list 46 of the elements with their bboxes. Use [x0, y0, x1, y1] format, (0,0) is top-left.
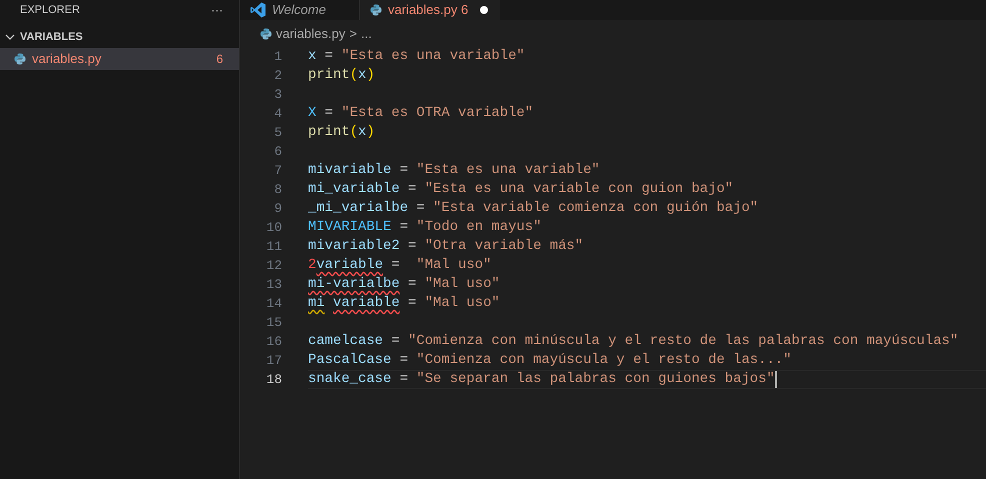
- breadcrumb-item[interactable]: variables.py: [276, 24, 346, 44]
- code-line: MIVARIABLE = "Todo en mayus": [308, 218, 542, 238]
- line-number: 6: [273, 142, 282, 161]
- line-number: 18: [265, 370, 282, 389]
- code-line: PascalCase = "Comienza con mayúscula y el resto de las...": [308, 351, 792, 370]
- line-number: 9: [273, 200, 282, 218]
- code-line: mi variable = "Mal uso": [308, 294, 500, 314]
- code-line: mi_variable = "Esta es una variable con guion bajo": [308, 180, 734, 200]
- app-logo-icon: [250, 2, 266, 18]
- line-number: 2: [273, 66, 282, 85]
- code-line: mivariable = "Esta es una variable": [308, 161, 600, 180]
- python-icon: [260, 28, 272, 40]
- line-number: 16: [265, 332, 282, 351]
- line-number: 11: [265, 238, 282, 256]
- line-number: 7: [273, 162, 282, 180]
- file-item[interactable]: variables.py 6: [0, 48, 239, 70]
- python-icon: [14, 53, 26, 65]
- code-line: x = "Esta es una variable": [308, 47, 525, 66]
- code-line: _mi_varialbe = "Esta variable comienza con guión bajo": [308, 199, 758, 218]
- code-line: camelcase = "Comienza con minúscula y el resto de las palabras con mayúsculas": [308, 332, 958, 352]
- line-number: 1: [273, 48, 282, 66]
- breadcrumb-separator: >: [349, 24, 357, 43]
- code-line: mi-varialbe = "Mal uso": [308, 275, 500, 294]
- text-cursor: [774, 371, 777, 388]
- line-number: 4: [273, 104, 282, 123]
- line-number: 3: [273, 86, 282, 104]
- python-icon: [370, 4, 382, 16]
- code-line: snake_case = "Se separan las palabras con guiones bajos": [308, 370, 775, 390]
- line-number: 10: [265, 218, 282, 237]
- line-number: 14: [265, 294, 282, 313]
- code-line: print(x): [308, 66, 375, 86]
- more-actions-button[interactable]: ···: [211, 4, 223, 16]
- code-line: print(x): [308, 123, 375, 142]
- line-number: 13: [265, 276, 282, 294]
- breadcrumb-item[interactable]: ...: [360, 24, 372, 44]
- sidebar-title: EXPLORER: [20, 2, 80, 18]
- code-line: 2variable = "Mal uso": [308, 256, 492, 276]
- line-number: 15: [265, 314, 282, 332]
- code-line: mivariable2 = "Otra variable más": [308, 237, 584, 256]
- line-number: 5: [273, 124, 282, 142]
- line-number: 12: [265, 256, 282, 275]
- line-number: 8: [273, 180, 282, 199]
- line-number: 17: [265, 352, 282, 370]
- code-line: X = "Esta es OTRA variable": [308, 104, 534, 124]
- editor-tab[interactable]: variables.py 6: [360, 0, 500, 20]
- folder-header[interactable]: VARIABLES: [0, 26, 239, 48]
